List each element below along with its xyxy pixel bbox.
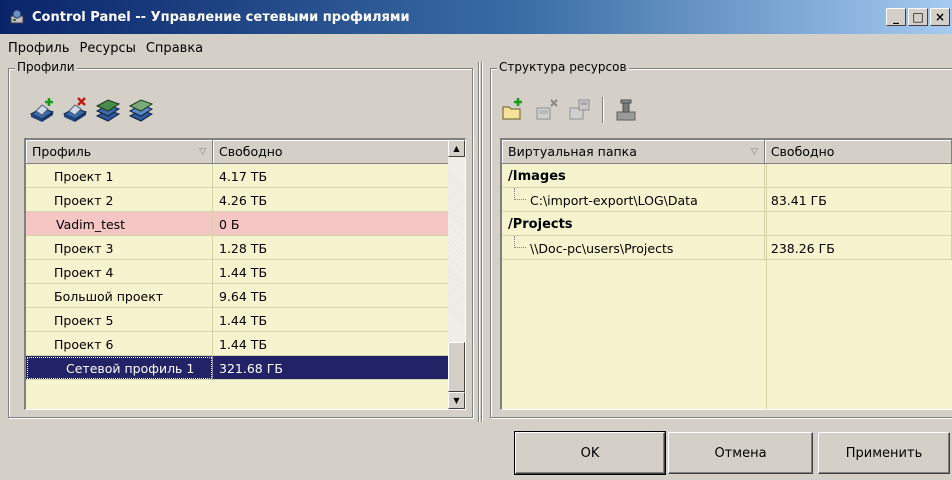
scroll-up-button[interactable]: ▲ — [448, 140, 465, 157]
column-header-virtual-folder[interactable]: Виртуальная папка ▽ — [502, 140, 765, 164]
scroll-down-button[interactable]: ▼ — [448, 392, 465, 409]
resources-table[interactable]: Виртуальная папка ▽ Свободно /Images C:\… — [500, 138, 952, 410]
tree-node-folder[interactable]: /Projects — [502, 212, 952, 236]
tree-connector — [514, 188, 526, 200]
delete-profile-button[interactable] — [61, 96, 89, 124]
table-row[interactable]: Проект 3 1.28 ТБ — [26, 236, 465, 260]
resources-table-header: Виртуальная папка ▽ Свободно — [502, 140, 952, 164]
table-row-selected[interactable]: Сетевой профиль 1 321.68 ГБ — [26, 356, 465, 380]
arrow-up-icon: ▲ — [453, 144, 460, 153]
toolbar-separator — [602, 97, 604, 123]
edit-folder-button[interactable] — [566, 96, 594, 124]
table-row[interactable]: Проект 5 1.44 ТБ — [26, 308, 465, 332]
control-panel-icon — [10, 9, 24, 24]
column-header-free[interactable]: Свободно — [213, 140, 449, 164]
table-row[interactable]: Проект 2 4.26 ТБ — [26, 188, 465, 212]
add-profile-button[interactable] — [28, 96, 56, 124]
profiles-stack-alt-icon — [128, 99, 154, 122]
table-row[interactable]: Проект 4 1.44 ТБ — [26, 260, 465, 284]
table-row-error[interactable]: Vadim_test 0 Б — [26, 212, 465, 236]
panel-splitter[interactable] — [475, 62, 485, 422]
cancel-button[interactable]: Отмена — [668, 432, 813, 474]
scroll-thumb[interactable] — [448, 342, 465, 392]
title-bar[interactable]: Control Panel -- Управление сетевыми про… — [0, 0, 952, 34]
menu-bar: Профиль Ресурсы Справка — [0, 38, 213, 58]
profiles-stack-icon — [95, 99, 121, 122]
remove-folder-button[interactable] — [533, 96, 561, 124]
edit-folder-icon — [569, 99, 590, 120]
add-folder-icon — [502, 98, 522, 120]
table-row[interactable]: Проект 6 1.44 ТБ — [26, 332, 465, 356]
resources-toolbar — [500, 96, 640, 124]
column-header-profile[interactable]: Профиль ▽ — [26, 140, 213, 164]
profiles-table[interactable]: Профиль ▽ Свободно Проект 1 4.17 ТБ Прое… — [24, 138, 466, 410]
profiles-stack-alt-button[interactable] — [127, 96, 155, 124]
profiles-legend: Профили — [15, 60, 77, 74]
profiles-scrollbar[interactable]: ▲ ▼ — [448, 140, 465, 409]
table-row[interactable]: Проект 1 4.17 ТБ — [26, 164, 465, 188]
column-divider — [766, 164, 767, 409]
window-title: Control Panel -- Управление сетевыми про… — [32, 9, 410, 25]
column-header-free[interactable]: Свободно — [764, 140, 952, 164]
profiles-stack-button[interactable] — [94, 96, 122, 124]
minimize-button[interactable]: _ — [886, 8, 906, 26]
tree-connector — [514, 236, 526, 248]
close-button[interactable]: × — [930, 8, 950, 26]
tree-node-folder[interactable]: /Images — [502, 164, 952, 188]
ok-button[interactable]: OK — [514, 431, 666, 475]
menu-help[interactable]: Справка — [146, 41, 203, 56]
delete-profile-icon — [62, 97, 88, 122]
profiles-toolbar — [28, 96, 155, 124]
connect-drive-icon — [616, 99, 636, 121]
sort-indicator-icon: ▽ — [199, 146, 206, 157]
tree-node-path[interactable]: C:\import-export\LOG\Data 83.41 ГБ — [502, 188, 952, 212]
menu-profile[interactable]: Профиль — [8, 41, 70, 56]
resources-legend: Структура ресурсов — [497, 60, 629, 74]
maximize-button[interactable]: □ — [908, 8, 928, 26]
arrow-down-icon: ▼ — [453, 396, 460, 405]
table-row[interactable]: Большой проект 9.64 ТБ — [26, 284, 465, 308]
menu-resources[interactable]: Ресурсы — [80, 41, 136, 56]
add-profile-icon — [29, 98, 55, 122]
add-folder-button[interactable] — [500, 96, 528, 124]
apply-button[interactable]: Применить — [818, 432, 950, 474]
sort-indicator-icon: ▽ — [750, 146, 758, 157]
remove-folder-icon — [536, 99, 558, 120]
profiles-table-header: Профиль ▽ Свободно — [26, 140, 465, 164]
connect-drive-button[interactable] — [612, 96, 640, 124]
tree-node-path[interactable]: \\Doc-pc\users\Projects 238.26 ГБ — [502, 236, 952, 260]
